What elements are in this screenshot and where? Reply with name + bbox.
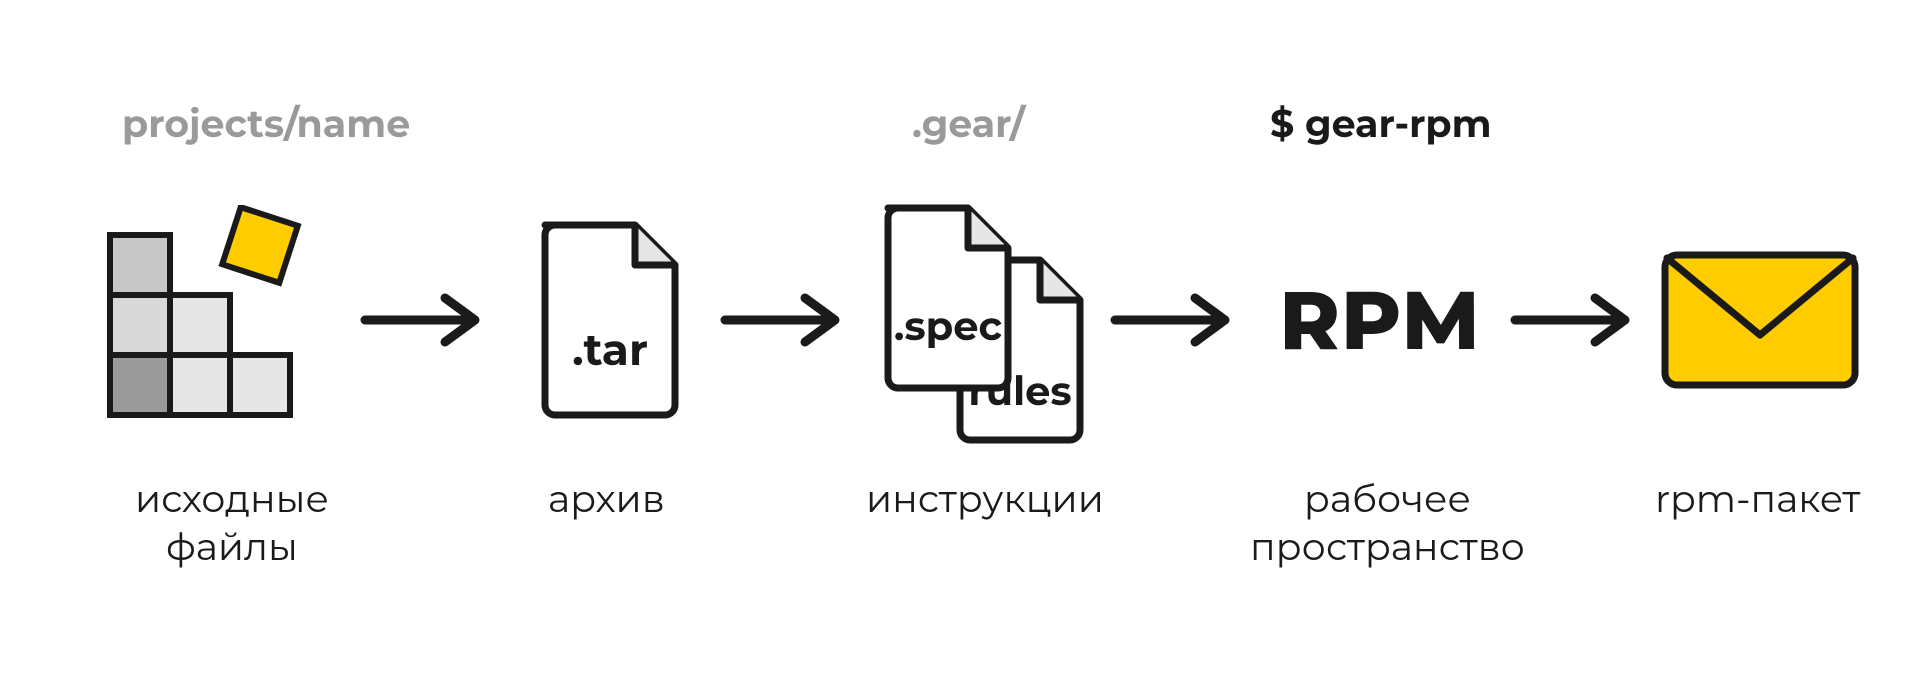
caption-source-files-line2: файлы bbox=[166, 523, 298, 570]
arrow-icon bbox=[1510, 290, 1640, 350]
arrow-icon bbox=[1110, 290, 1240, 350]
file-label-spec: .spec bbox=[894, 302, 1002, 351]
caption-workspace: рабочее пространство bbox=[1250, 475, 1525, 570]
file-icon: .tar bbox=[525, 215, 695, 425]
arrow-icon bbox=[360, 290, 490, 350]
top-labels-row: projects/name .gear/ $ gear-rpm bbox=[0, 100, 1920, 150]
caption-workspace-line1: рабочее bbox=[1304, 475, 1471, 522]
step-source-files bbox=[90, 190, 350, 450]
caption-source-files: исходные файлы bbox=[135, 475, 329, 570]
step-archive: .tar bbox=[510, 190, 710, 450]
arrow-2 bbox=[720, 190, 850, 450]
step-workspace: RPM bbox=[1260, 190, 1500, 450]
arrow-4 bbox=[1510, 190, 1640, 450]
caption-instructions: инструкции bbox=[866, 475, 1104, 523]
step-package bbox=[1650, 190, 1870, 450]
blocks-icon bbox=[90, 205, 350, 435]
rpm-label: RPM bbox=[1279, 270, 1481, 370]
arrow-icon bbox=[720, 290, 850, 350]
caption-workspace-line2: пространство bbox=[1250, 523, 1525, 570]
top-label-projects: projects/name bbox=[122, 100, 410, 147]
caption-archive: архив bbox=[548, 475, 665, 523]
caption-package: rpm-пакет bbox=[1655, 475, 1860, 523]
file-pair-icon: rules .spec bbox=[860, 190, 1100, 450]
envelope-icon bbox=[1655, 240, 1865, 400]
captions-row: исходные файлы архив инструкции рабочее … bbox=[0, 475, 1920, 595]
file-label: .tar bbox=[572, 323, 648, 377]
arrow-1 bbox=[360, 190, 490, 450]
top-label-command: $ gear-rpm bbox=[1270, 100, 1492, 147]
top-label-gear: .gear/ bbox=[912, 100, 1025, 147]
caption-source-files-line1: исходные bbox=[135, 475, 329, 522]
arrow-3 bbox=[1110, 190, 1240, 450]
pipeline-row: .tar rules .spec bbox=[0, 190, 1920, 450]
step-instructions: rules .spec bbox=[860, 190, 1100, 450]
